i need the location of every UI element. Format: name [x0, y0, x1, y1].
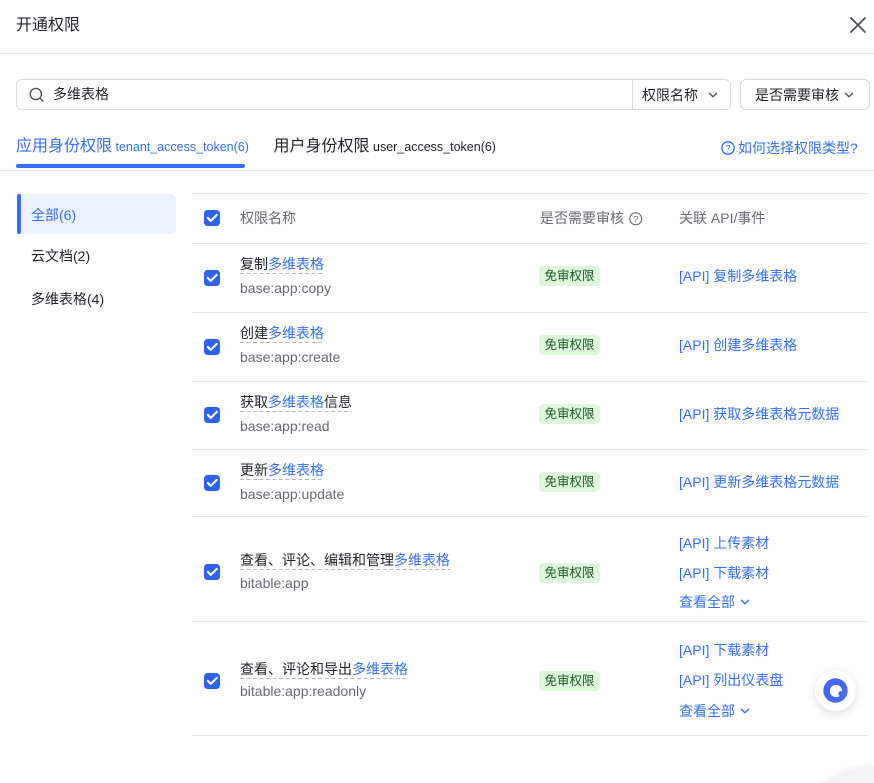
svg-text:?: ? — [725, 143, 730, 153]
svg-text:?: ? — [633, 214, 638, 224]
